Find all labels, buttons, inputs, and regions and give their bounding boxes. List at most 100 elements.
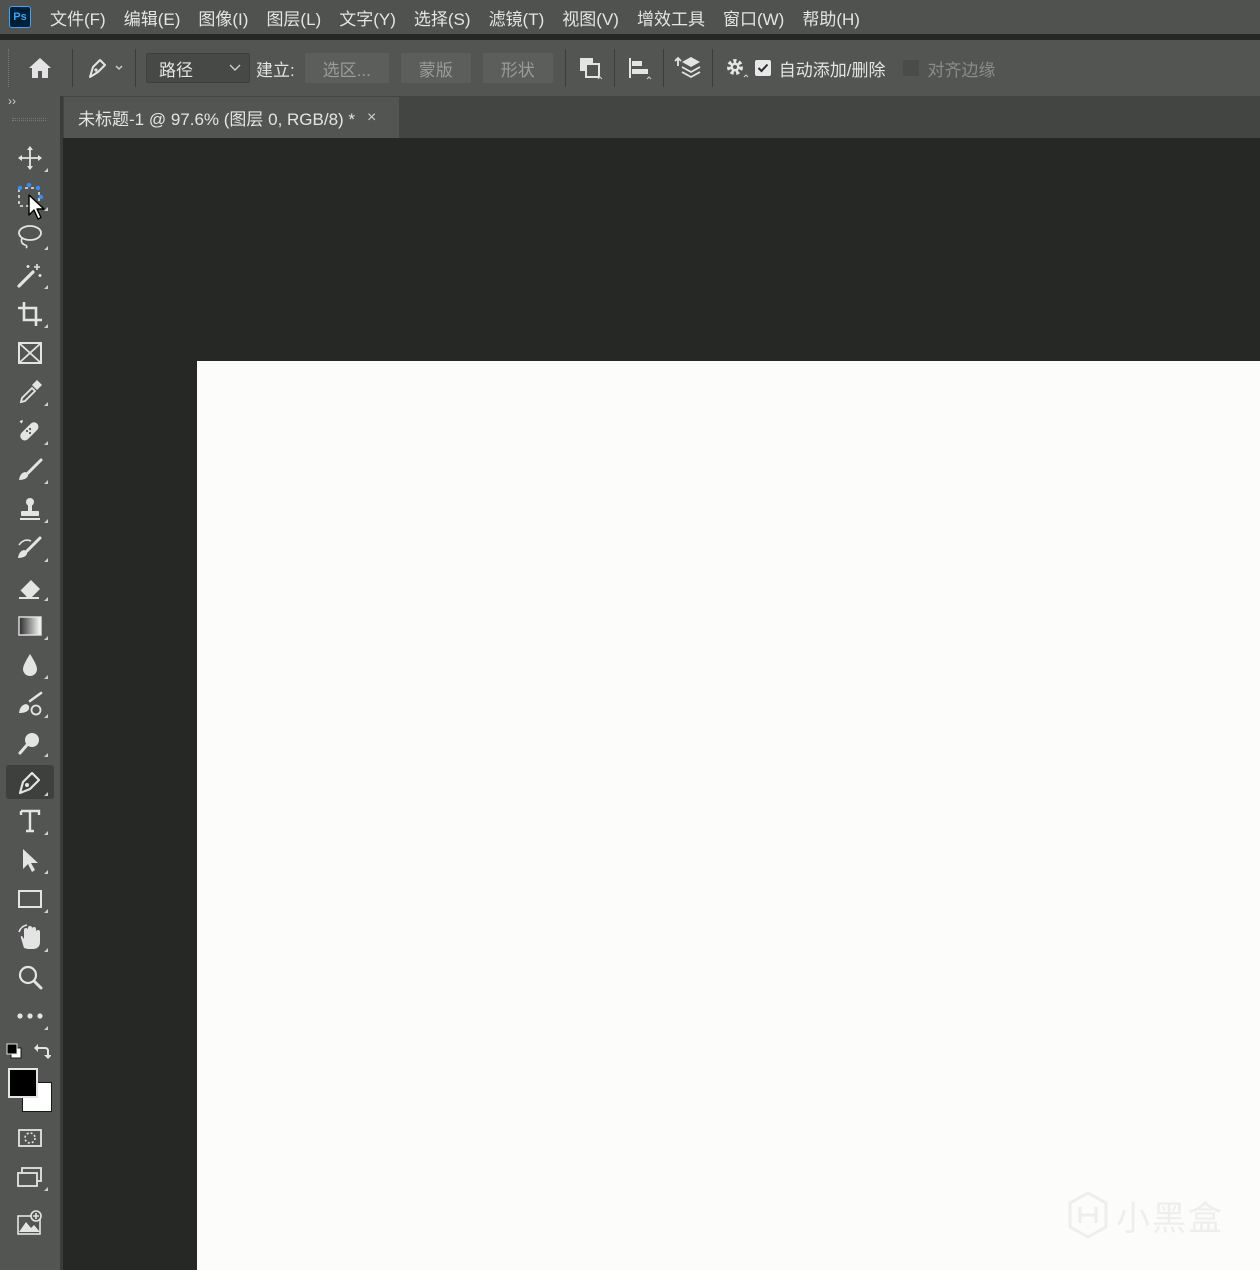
document-tab[interactable]: 未标题-1 @ 97.6% (图层 0, RGB/8) * × (64, 97, 399, 138)
tool-flyout-indicator (44, 324, 48, 328)
collapse-toolbar-button[interactable]: ›› (8, 94, 16, 108)
make-selection-button[interactable]: 选区... (304, 53, 389, 83)
menu-help[interactable]: 帮助(H) (793, 5, 869, 30)
tool-flyout-indicator (44, 675, 48, 679)
menu-window[interactable]: 窗口(W) (714, 5, 793, 30)
align-edges-checkbox[interactable] (903, 60, 920, 76)
lasso-tool[interactable] (6, 219, 54, 253)
move-tool[interactable] (6, 141, 54, 175)
zoom-tool[interactable] (6, 960, 54, 994)
chevron-down-icon (229, 64, 241, 71)
canvas-workspace[interactable]: 小黑盒 (63, 138, 1260, 1270)
pen-icon (89, 59, 123, 78)
tool-flyout-indicator (44, 402, 48, 406)
auto-add-delete-label[interactable]: 自动添加/删除 (779, 56, 886, 81)
tool-flyout-indicator (44, 636, 48, 640)
edit-toolbar-button[interactable] (6, 999, 54, 1033)
watermark: 小黑盒 (1066, 1190, 1224, 1240)
type-tool[interactable] (6, 804, 54, 838)
options-bar-grip[interactable] (8, 49, 10, 87)
frame-icon (18, 342, 42, 364)
tool-flyout-indicator (44, 480, 48, 484)
menu-select[interactable]: 选择(S) (405, 5, 480, 30)
artboard-button[interactable] (6, 1206, 54, 1240)
tool-flyout-indicator (44, 597, 48, 601)
separator (613, 49, 615, 87)
document-tab-bar: 未标题-1 @ 97.6% (图层 0, RGB/8) * × (63, 96, 1260, 138)
menu-edit[interactable]: 编辑(E) (115, 5, 190, 30)
make-mask-button[interactable]: 蒙版 (400, 53, 471, 83)
swap-colors-button[interactable] (33, 1042, 52, 1060)
magic-wand-tool[interactable] (6, 258, 54, 292)
eyedropper-tool[interactable] (6, 375, 54, 409)
separator (135, 49, 136, 87)
menu-plugins[interactable]: 增效工具 (628, 5, 714, 30)
close-tab-button[interactable]: × (367, 109, 376, 127)
menu-layer[interactable]: 图层(L) (257, 5, 330, 30)
healing-brush-tool[interactable] (6, 414, 54, 448)
droplet-icon (23, 654, 37, 676)
menu-type[interactable]: 文字(Y) (330, 5, 405, 30)
hand-tool[interactable] (6, 921, 54, 955)
path-options-button[interactable] (719, 48, 755, 88)
tool-flyout-indicator (44, 831, 48, 835)
tool-flyout-indicator (44, 948, 48, 952)
menu-image[interactable]: 图像(I) (189, 5, 257, 30)
tool-flyout-indicator (44, 909, 48, 913)
history-brush-tool[interactable] (6, 531, 54, 565)
document-canvas[interactable] (197, 361, 1260, 1270)
eyedropper-icon (19, 380, 42, 404)
eraser-tool[interactable] (6, 570, 54, 604)
make-shape-button[interactable]: 形状 (482, 53, 553, 83)
home-icon (29, 58, 51, 78)
image-add-icon (17, 1210, 42, 1235)
path-selection-tool[interactable] (6, 843, 54, 877)
default-colors-button[interactable] (6, 1043, 22, 1059)
rectangle-tool[interactable] (6, 882, 54, 916)
path-arrangement-button[interactable] (670, 48, 706, 88)
home-button[interactable] (14, 48, 66, 88)
tool-flyout-indicator (44, 519, 48, 523)
menu-bar: Ps 文件(F) 编辑(E) 图像(I) 图层(L) 文字(Y) 选择(S) 滤… (0, 0, 1260, 34)
menu-view[interactable]: 视图(V) (553, 5, 628, 30)
tool-flyout-indicator (44, 558, 48, 562)
toolbar-grip[interactable] (12, 118, 46, 121)
make-label: 建立: (256, 60, 295, 80)
magnifier-brush-icon (18, 733, 39, 755)
magic-wand-icon (17, 264, 42, 288)
align-edges-label[interactable]: 对齐边缘 (927, 56, 995, 81)
frame-tool[interactable] (6, 336, 54, 370)
blur-tool[interactable] (6, 648, 54, 682)
more-icon (17, 1013, 43, 1019)
quick-mask-button[interactable] (6, 1121, 54, 1155)
photoshop-logo[interactable]: Ps (9, 6, 31, 28)
screen-mode-button[interactable] (6, 1160, 54, 1194)
auto-add-delete-checkbox[interactable] (754, 60, 771, 76)
pen-tool[interactable] (6, 765, 54, 799)
gear-icon (726, 59, 749, 78)
path-alignment-button[interactable] (621, 48, 657, 88)
tool-flyout-indicator (44, 1187, 48, 1191)
foreground-color-swatch[interactable] (8, 1068, 38, 1098)
dodge-tool[interactable] (6, 687, 54, 721)
document-tab-title: 未标题-1 @ 97.6% (图层 0, RGB/8) * (78, 110, 356, 129)
gradient-tool[interactable] (6, 609, 54, 643)
tool-flyout-indicator (44, 870, 48, 874)
swap-arrow-icon (34, 1044, 52, 1059)
clone-stamp-tool[interactable] (6, 492, 54, 526)
tool-preset-picker[interactable] (79, 48, 129, 88)
sponge-tool[interactable] (6, 726, 54, 760)
menu-filter[interactable]: 滤镜(T) (480, 5, 554, 30)
tools-panel: ›› (0, 94, 60, 1270)
stamp-icon (20, 498, 40, 520)
menu-file[interactable]: 文件(F) (41, 5, 115, 30)
separator (662, 49, 664, 87)
eraser-icon (19, 580, 40, 599)
options-bar: 路径 建立: 选区... 蒙版 形状 自动添加/删除 对齐边缘 (0, 40, 1260, 96)
path-operations-button[interactable] (572, 48, 608, 88)
crop-tool[interactable] (6, 297, 54, 331)
pen-mode-dropdown[interactable]: 路径 (146, 53, 250, 83)
brush-tool[interactable] (6, 453, 54, 487)
align-left-icon (628, 58, 652, 80)
mouse-cursor-icon (28, 194, 45, 220)
